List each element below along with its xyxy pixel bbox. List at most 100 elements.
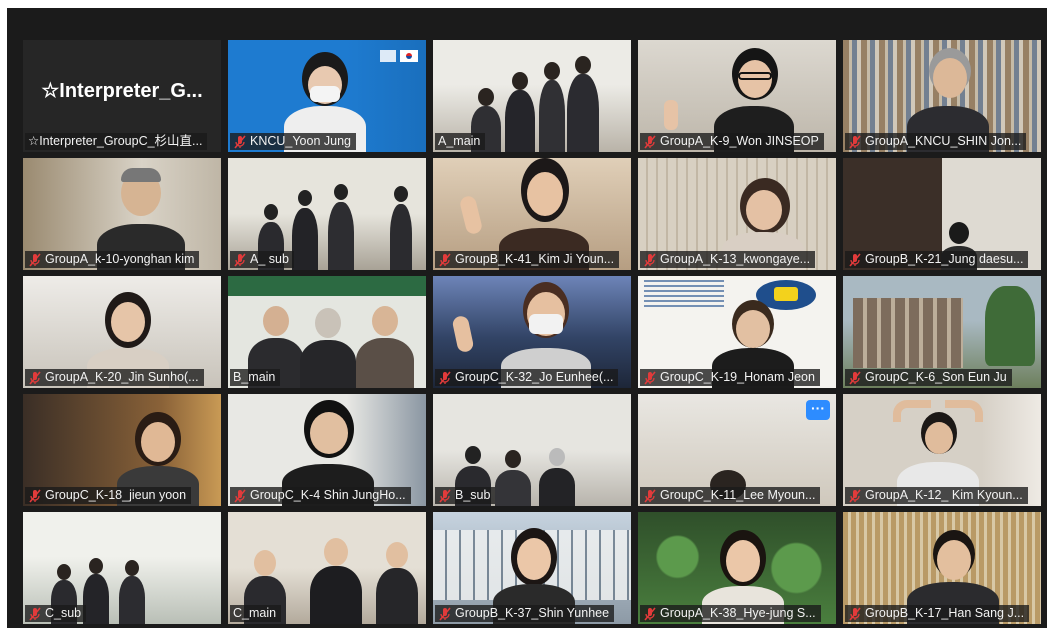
microphone-muted-icon [439, 606, 451, 621]
participant-name: GroupA_K-20_Jin Sunho(... [45, 370, 199, 384]
video-tile[interactable]: GroupC_K-18_jieun yoon [23, 394, 221, 506]
participant-name-label: C_main [230, 605, 282, 622]
participant-name: GroupA_K-13_kwongaye... [660, 252, 811, 266]
video-tile[interactable]: ☆Interpreter_G... ☆Interpreter_GroupC_杉山… [23, 40, 221, 152]
participant-name-label: GroupA_K-13_kwongaye... [640, 251, 816, 268]
participant-name-label: GroupB_K-41_Kim Ji Youn... [435, 251, 620, 268]
participant-name: GroupC_K-32_Jo Eunhee(... [455, 370, 614, 384]
video-tile[interactable]: KNCU_Yoon Jung [228, 40, 426, 152]
video-gallery-grid: ☆Interpreter_G... ☆Interpreter_GroupC_杉山… [23, 40, 1041, 624]
microphone-muted-icon [29, 606, 41, 621]
participant-name: A_ sub [250, 252, 289, 266]
video-tile[interactable]: B_main [228, 276, 426, 388]
video-tile[interactable]: ··· GroupC_K-11_Lee Myoun... [638, 394, 836, 506]
video-tile[interactable]: GroupA_K-38_Hye-jung S... [638, 512, 836, 624]
video-tile[interactable]: GroupA_K-13_kwongaye... [638, 158, 836, 270]
participant-name: A_main [438, 134, 481, 148]
participant-name: B_main [233, 370, 276, 384]
participant-name: GroupA_k-10-yonghan kim [45, 252, 195, 266]
microphone-muted-icon [29, 488, 41, 503]
video-tile[interactable]: GroupA_K-9_Won JINSEOP [638, 40, 836, 152]
participant-name-label: GroupC_K-32_Jo Eunhee(... [435, 369, 619, 386]
video-tile[interactable]: C_main [228, 512, 426, 624]
microphone-muted-icon [234, 488, 246, 503]
participant-name-label: ☆Interpreter_GroupC_杉山直... [25, 133, 208, 150]
zoom-gallery-window: ☆Interpreter_G... ☆Interpreter_GroupC_杉山… [7, 8, 1047, 628]
participant-name-label: GroupB_K-21_Jung daesu... [845, 251, 1029, 268]
participant-name-label: GroupB_K-17_Han Sang J... [845, 605, 1030, 622]
more-options-icon: ··· [811, 400, 825, 416]
participant-name-label: GroupC_K-4 Shin JungHo... [230, 487, 411, 504]
participant-name: GroupA_K-9_Won JINSEOP [660, 134, 819, 148]
microphone-muted-icon [849, 134, 861, 149]
video-tile[interactable]: GroupB_K-37_Shin Yunhee [433, 512, 631, 624]
microphone-muted-icon [849, 252, 861, 267]
microphone-muted-icon [849, 488, 861, 503]
participant-name: GroupC_K-11_Lee Myoun... [660, 488, 816, 502]
participant-name-label: GroupC_K-11_Lee Myoun... [640, 487, 821, 504]
participant-name: GroupA_K-38_Hye-jung S... [660, 606, 816, 620]
participant-name: C_main [233, 606, 277, 620]
microphone-muted-icon [234, 252, 246, 267]
participant-name-label: GroupA_K-9_Won JINSEOP [640, 133, 824, 150]
participant-name-label: GroupA_K-20_Jin Sunho(... [25, 369, 204, 386]
participant-name-label: GroupA_K-12_ Kim Kyoun... [845, 487, 1028, 504]
participant-name: GroupC_K-6_Son Eun Ju [865, 370, 1007, 384]
participant-name: GroupB_K-41_Kim Ji Youn... [455, 252, 615, 266]
more-options-button[interactable]: ··· [806, 400, 830, 420]
participant-name: GroupA_KNCU_SHIN Jon... [865, 134, 1022, 148]
participant-name: GroupB_K-21_Jung daesu... [865, 252, 1024, 266]
participant-name: C_sub [45, 606, 82, 620]
video-tile[interactable]: GroupB_K-17_Han Sang J... [843, 512, 1041, 624]
participant-name: ☆Interpreter_GroupC_杉山直... [28, 134, 203, 148]
microphone-muted-icon [644, 252, 656, 267]
microphone-muted-icon [439, 370, 451, 385]
video-tile[interactable]: GroupA_k-10-yonghan kim [23, 158, 221, 270]
korea-flag [400, 50, 418, 62]
video-tile[interactable]: GroupB_K-21_Jung daesu... [843, 158, 1041, 270]
video-tile[interactable]: GroupC_K-19_Honam Jeon [638, 276, 836, 388]
video-tile[interactable]: GroupA_K-12_ Kim Kyoun... [843, 394, 1041, 506]
video-tile[interactable]: B_sub [433, 394, 631, 506]
participant-name-label: C_sub [25, 605, 87, 622]
video-tile[interactable]: GroupC_K-4 Shin JungHo... [228, 394, 426, 506]
participant-name-label: GroupB_K-37_Shin Yunhee [435, 605, 615, 622]
participant-name-label: GroupC_K-6_Son Eun Ju [845, 369, 1012, 386]
participant-name-label: GroupA_K-38_Hye-jung S... [640, 605, 821, 622]
participant-name: GroupC_K-19_Honam Jeon [660, 370, 815, 384]
participant-name: B_sub [455, 488, 491, 502]
microphone-muted-icon [644, 606, 656, 621]
microphone-muted-icon [849, 606, 861, 621]
microphone-muted-icon [644, 134, 656, 149]
microphone-muted-icon [439, 252, 451, 267]
video-tile[interactable]: GroupC_K-6_Son Eun Ju [843, 276, 1041, 388]
video-tile[interactable]: GroupB_K-41_Kim Ji Youn... [433, 158, 631, 270]
participant-display-name: ☆Interpreter_G... [41, 80, 203, 102]
video-tile[interactable]: GroupA_K-20_Jin Sunho(... [23, 276, 221, 388]
participant-name-label: GroupA_k-10-yonghan kim [25, 251, 200, 268]
participant-name-label: B_sub [435, 487, 496, 504]
participant-name-label: GroupC_K-19_Honam Jeon [640, 369, 820, 386]
participant-name-label: B_main [230, 369, 281, 386]
video-tile[interactable]: GroupC_K-32_Jo Eunhee(... [433, 276, 631, 388]
participant-name-label: A_main [435, 133, 486, 150]
video-tile[interactable]: C_sub [23, 512, 221, 624]
participant-name: GroupB_K-37_Shin Yunhee [455, 606, 610, 620]
microphone-muted-icon [644, 488, 656, 503]
participant-name: GroupA_K-12_ Kim Kyoun... [865, 488, 1023, 502]
participant-name: GroupB_K-17_Han Sang J... [865, 606, 1025, 620]
participant-name-label: GroupA_KNCU_SHIN Jon... [845, 133, 1027, 150]
participant-name: GroupC_K-4 Shin JungHo... [250, 488, 406, 502]
video-tile[interactable]: A_ sub [228, 158, 426, 270]
video-tile[interactable]: GroupA_KNCU_SHIN Jon... [843, 40, 1041, 152]
participant-name-label: GroupC_K-18_jieun yoon [25, 487, 192, 504]
microphone-muted-icon [234, 134, 246, 149]
participant-name: GroupC_K-18_jieun yoon [45, 488, 187, 502]
microphone-muted-icon [849, 370, 861, 385]
microphone-muted-icon [644, 370, 656, 385]
microphone-muted-icon [29, 252, 41, 267]
video-tile-active-speaker[interactable]: A_main [433, 40, 631, 152]
participant-name-label: A_ sub [230, 251, 294, 268]
microphone-muted-icon [29, 370, 41, 385]
background-building [853, 298, 963, 368]
